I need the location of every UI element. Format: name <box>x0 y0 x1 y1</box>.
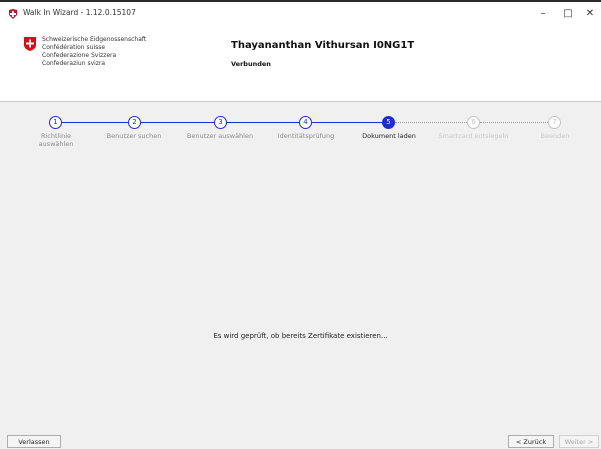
step-connector <box>141 122 214 123</box>
wizard-stepper: 1 2 3 4 5 6 7 Richtlinie auswählen Benut… <box>0 102 601 162</box>
step-connector <box>480 122 548 123</box>
leave-button[interactable]: Verlassen <box>7 435 61 448</box>
step-connector <box>227 122 299 123</box>
step-7-label: Beenden <box>540 132 570 140</box>
confederation-line: Confederazione Svizzera <box>42 52 117 59</box>
wizard-window: Walk In Wizard - 1.12.0.15107 – □ ✕ Schw… <box>0 2 601 449</box>
step-1-indicator: 1 <box>49 116 62 129</box>
close-button[interactable]: ✕ <box>578 2 601 24</box>
step-1-label: Richtlinie auswählen <box>38 132 74 148</box>
confederation-text: Schweizerische Eidgenossenschaft Confédé… <box>42 36 146 68</box>
step-3-label: Benutzer auswählen <box>186 132 254 140</box>
minimize-button[interactable]: – <box>531 2 555 24</box>
step-2-label: Benutzer suchen <box>106 132 162 140</box>
maximize-button[interactable]: □ <box>556 2 580 24</box>
title-bar[interactable]: Walk In Wizard - 1.12.0.15107 – □ ✕ <box>0 2 601 26</box>
user-name: Thayananthan Vithursan I0NG1T <box>231 40 415 51</box>
window-title: Walk In Wizard - 1.12.0.15107 <box>23 8 136 17</box>
app-icon <box>9 9 17 19</box>
back-button[interactable]: < Zurück <box>508 435 554 448</box>
connection-status: Verbunden <box>231 60 271 68</box>
step-6-label: Smartcard entsiegeln <box>438 132 509 140</box>
swiss-shield-icon <box>24 37 36 51</box>
confederation-line: Confederaziun svizra <box>42 60 106 67</box>
step-connector <box>395 122 467 123</box>
step-connector <box>312 122 382 123</box>
confederation-line: Schweizerische Eidgenossenschaft <box>42 36 147 43</box>
next-button[interactable]: Weiter > <box>559 435 599 448</box>
status-message: Es wird geprüft, ob bereits Zertifikate … <box>213 332 388 340</box>
step-6-indicator: 6 <box>467 116 480 129</box>
step-5-label: Dokument laden <box>362 132 416 140</box>
header-panel: Schweizerische Eidgenossenschaft Confédé… <box>0 26 601 102</box>
step-7-indicator: 7 <box>548 116 561 129</box>
step-4-label: Identitätsprüfung <box>277 132 335 140</box>
step-connector <box>62 122 128 123</box>
step-5-indicator: 5 <box>382 116 395 129</box>
confederation-line: Confédération suisse <box>42 44 106 51</box>
step-2-indicator: 2 <box>128 116 141 129</box>
step-4-indicator: 4 <box>299 116 312 129</box>
step-3-indicator: 3 <box>214 116 227 129</box>
